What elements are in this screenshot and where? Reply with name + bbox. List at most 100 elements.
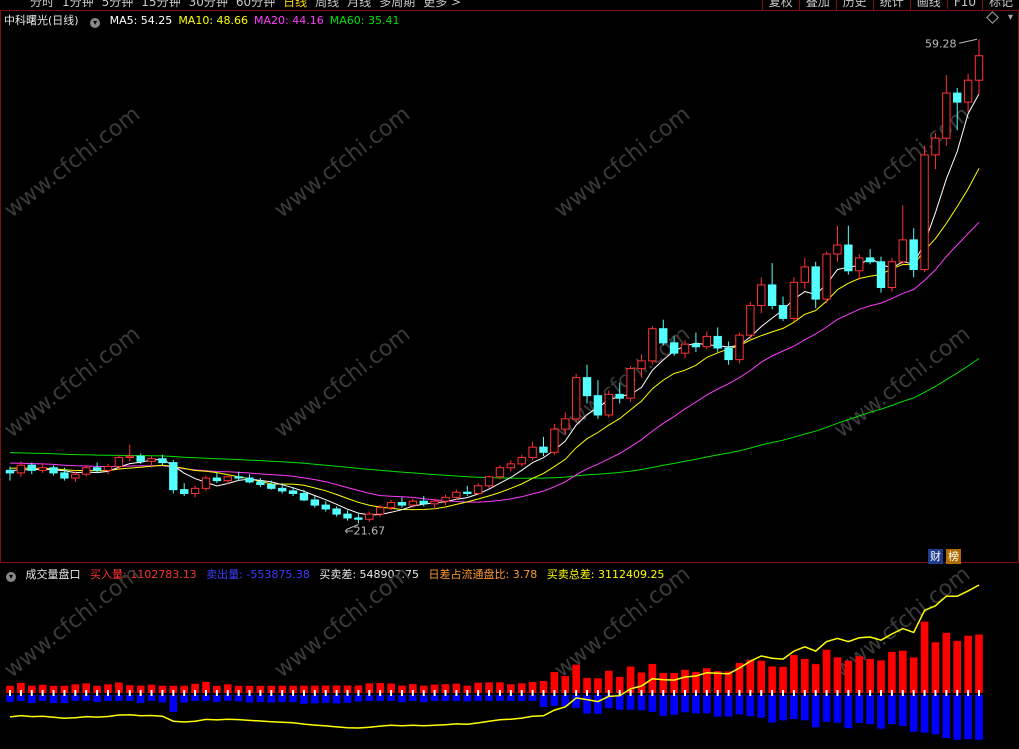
sell-volume-bar [844,695,853,729]
sell-volume-bar [136,695,145,703]
candle-body [691,343,701,348]
diff-marker [760,690,763,696]
price-and-volume-chart[interactable]: 59.28 ←21.67 [0,0,1019,749]
buy-volume-bar [605,670,613,693]
buy-volume-bar [800,658,809,693]
candle-body [27,464,36,471]
diff-marker [629,690,632,696]
candle-body [539,446,548,453]
candle-body [844,244,853,272]
diff-marker [727,690,730,696]
diff-marker [542,690,545,696]
low-price-label: ←21.67 [344,524,385,537]
buy-volume-bar [888,651,896,693]
candle-body [473,485,483,494]
sell-volume-bar [626,695,635,710]
diff-marker [825,690,828,696]
diff-marker [63,690,66,696]
sell-volume-bar [267,695,276,703]
sell-volume-bar [615,695,624,710]
candle-body [310,499,320,506]
diff-marker [204,690,207,696]
candle-body [343,513,352,519]
candle-body [299,493,309,501]
sell-volume-bar [637,695,646,711]
candle-body [495,467,505,478]
diff-marker [901,690,904,696]
candle-body [375,507,385,515]
candle-body [528,446,537,458]
sell-volume-bar [724,695,733,717]
candle-body [637,360,646,370]
sell-volume-bar [757,695,766,718]
buy-volume-bar [637,672,646,693]
sell-volume-bar [670,695,678,715]
candle-body [452,491,461,498]
sell-volume-bar [800,695,809,721]
diff-marker [172,690,175,696]
buy-volume-bar [822,649,831,693]
buy-volume-bar [964,635,972,693]
candle-body [582,377,592,397]
candle-body [920,154,929,270]
candle-body [267,483,276,489]
candle-body [169,462,178,491]
buy-volume-bar [866,658,874,693]
candle-body [82,467,91,475]
candle-body [887,261,897,288]
diff-marker [226,690,229,696]
diff-marker [956,690,959,696]
candle-body [648,328,657,362]
buy-volume-bar [942,632,951,693]
diff-marker [74,690,77,696]
diff-marker [194,690,197,696]
sell-volume-bar [93,695,101,702]
diff-marker [923,690,926,696]
diff-marker [466,690,469,696]
diff-marker [422,690,425,696]
candle-body [757,284,766,307]
diff-marker [346,690,349,696]
diff-marker [41,690,44,696]
diff-marker [967,690,970,696]
sell-volume-bar [942,695,951,738]
candle-body [593,395,603,416]
sell-volume-bar [572,695,580,708]
diff-marker [400,690,403,696]
candle-body [865,257,875,263]
diff-marker [106,690,109,696]
diff-marker [477,690,480,696]
sell-volume-bar [27,695,36,703]
sell-volume-bar [735,695,744,715]
diff-marker [694,690,697,696]
candle-body [321,504,330,510]
candle-body [180,489,189,495]
sell-volume-bar [648,695,657,712]
candle-body [822,253,831,300]
sell-volume-bar [888,695,896,725]
sell-volume-bar [779,695,787,721]
buy-volume-bar [768,666,776,693]
diff-marker [237,690,240,696]
diff-marker [183,690,186,696]
sell-volume-bar [811,695,820,728]
diff-marker [814,690,817,696]
diff-marker [368,690,371,696]
diff-marker [96,690,99,696]
candle-body [833,244,842,255]
candle-body [484,476,494,487]
diff-marker [738,690,741,696]
sell-volume-bar [539,695,548,707]
sell-volume-bar [790,695,798,719]
candle-body [430,500,439,505]
candle-body [71,473,80,479]
diff-marker [509,690,512,696]
candle-body [669,342,679,354]
sell-volume-bar [833,695,842,723]
sell-volume-bar [920,695,929,733]
sell-volume-bar [909,695,918,732]
sell-volume-bar [419,695,428,703]
buy-volume-bar [975,634,983,693]
sell-volume-bar [898,695,907,726]
sell-volume-bar [692,695,700,714]
